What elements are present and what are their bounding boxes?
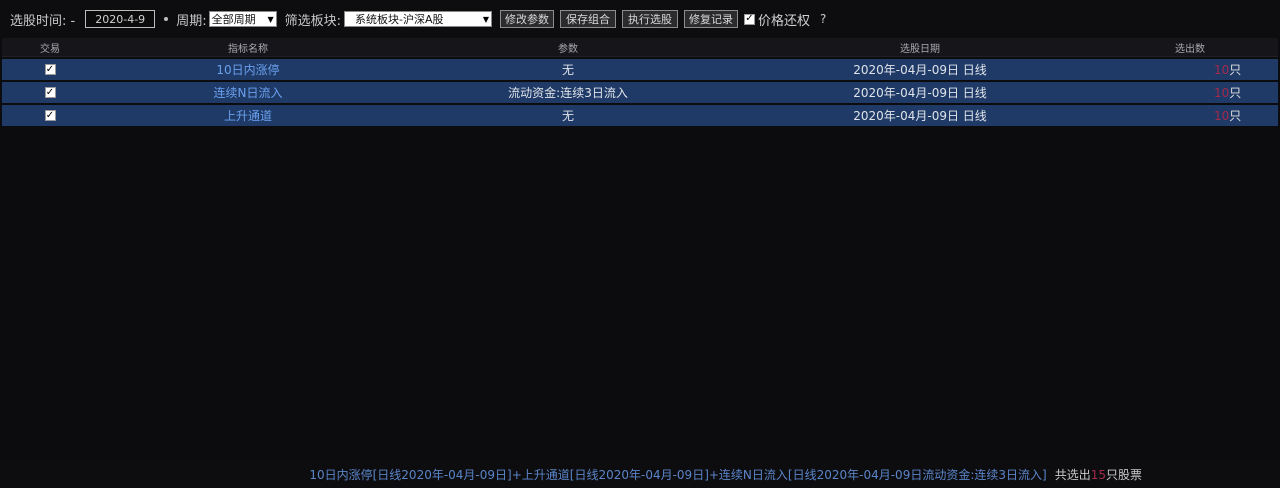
count-value: 10	[1214, 109, 1230, 123]
modify-params-button[interactable]: 修改参数	[500, 10, 554, 28]
total-suffix: 只股票	[1105, 467, 1142, 482]
select-date: 2020年-04月-09日 日线	[853, 86, 987, 100]
row-checkbox[interactable]: ✓	[44, 110, 56, 121]
condition-summary: 10日内涨停[日线2020年-04月-09日]+上升通道[日线2020年-04月…	[309, 467, 1047, 482]
header-result: 选出数	[1175, 43, 1205, 55]
block-label: 筛选板块:	[284, 13, 341, 29]
trade-cell: ✓	[2, 87, 98, 98]
table-row[interactable]: ✓ 上升通道 无 2020年-04月-09日 日线 10只	[2, 105, 1278, 126]
count-value: 10	[1214, 86, 1230, 100]
row-checkbox[interactable]: ✓	[44, 87, 56, 98]
period-select-value: 全部周期	[211, 13, 256, 26]
select-date: 2020年-04月-09日 日线	[853, 63, 987, 77]
separator-dot	[164, 17, 169, 21]
header-date: 选股日期	[900, 43, 940, 55]
stock-selector-window: 选股时间: - 周期: 全部周期 ▼ 筛选板块: 系统板块-沪深A股 ▼ 修改参…	[0, 0, 1280, 488]
toolbar: 选股时间: - 周期: 全部周期 ▼ 筛选板块: 系统板块-沪深A股 ▼ 修改参…	[0, 0, 1280, 38]
header-trade: 交易	[40, 43, 60, 55]
restore-record-button[interactable]: 修复记录	[684, 10, 738, 28]
period-select[interactable]: 全部周期 ▼	[208, 11, 277, 27]
block-select-value: 系统板块-沪深A股	[355, 13, 444, 26]
condition-table: 交易 指标名称 参数 选股日期 选出数 ✓ 10日内涨停 无 2020年-04月…	[2, 38, 1278, 126]
indicator-name[interactable]: 上升通道	[98, 107, 398, 124]
indicator-param: 无	[561, 63, 574, 77]
block-select[interactable]: 系统板块-沪深A股 ▼	[344, 11, 492, 27]
help-icon[interactable]: ?	[820, 12, 826, 26]
header-name: 指标名称	[228, 43, 268, 55]
count-value: 10	[1214, 63, 1230, 77]
indicator-name[interactable]: 连续N日流入	[98, 84, 398, 101]
total-count: 15	[1090, 467, 1106, 482]
chevron-down-icon: ▼	[482, 14, 489, 24]
header-param: 参数	[558, 43, 578, 55]
date-input[interactable]	[85, 10, 156, 28]
period-label: 周期:	[176, 13, 207, 29]
result-count: 10只	[1102, 84, 1278, 101]
select-date: 2020年-04月-09日 日线	[853, 109, 987, 123]
total-prefix: 共选出	[1054, 467, 1091, 482]
run-select-button[interactable]: 执行选股	[622, 10, 678, 28]
table-row[interactable]: ✓ 连续N日流入 流动资金:连续3日流入 2020年-04月-09日 日线 10…	[2, 82, 1278, 103]
trade-cell: ✓	[2, 64, 98, 75]
status-bar: 10日内涨停[日线2020年-04月-09日]+上升通道[日线2020年-04月…	[0, 460, 1280, 488]
row-checkbox[interactable]: ✓	[44, 64, 56, 75]
save-combo-button[interactable]: 保存组合	[560, 10, 616, 28]
count-unit: 只	[1229, 86, 1242, 100]
count-unit: 只	[1229, 63, 1242, 77]
result-count: 10只	[1102, 107, 1278, 124]
chevron-down-icon: ▼	[267, 14, 274, 24]
total-result: 共选出15只股票	[1055, 466, 1142, 483]
trade-cell: ✓	[2, 110, 98, 121]
table-header: 交易 指标名称 参数 选股日期 选出数	[2, 38, 1278, 57]
price-restore-checkbox[interactable]: ✓	[744, 13, 755, 25]
count-unit: 只	[1229, 109, 1242, 123]
select-time-label: 选股时间: -	[10, 13, 76, 29]
indicator-param: 流动资金:连续3日流入	[508, 86, 628, 100]
indicator-param: 无	[561, 109, 574, 123]
price-restore-label: 价格还权	[758, 13, 811, 29]
indicator-name[interactable]: 10日内涨停	[98, 61, 398, 78]
table-row[interactable]: ✓ 10日内涨停 无 2020年-04月-09日 日线 10只	[2, 59, 1278, 80]
result-count: 10只	[1102, 61, 1278, 78]
